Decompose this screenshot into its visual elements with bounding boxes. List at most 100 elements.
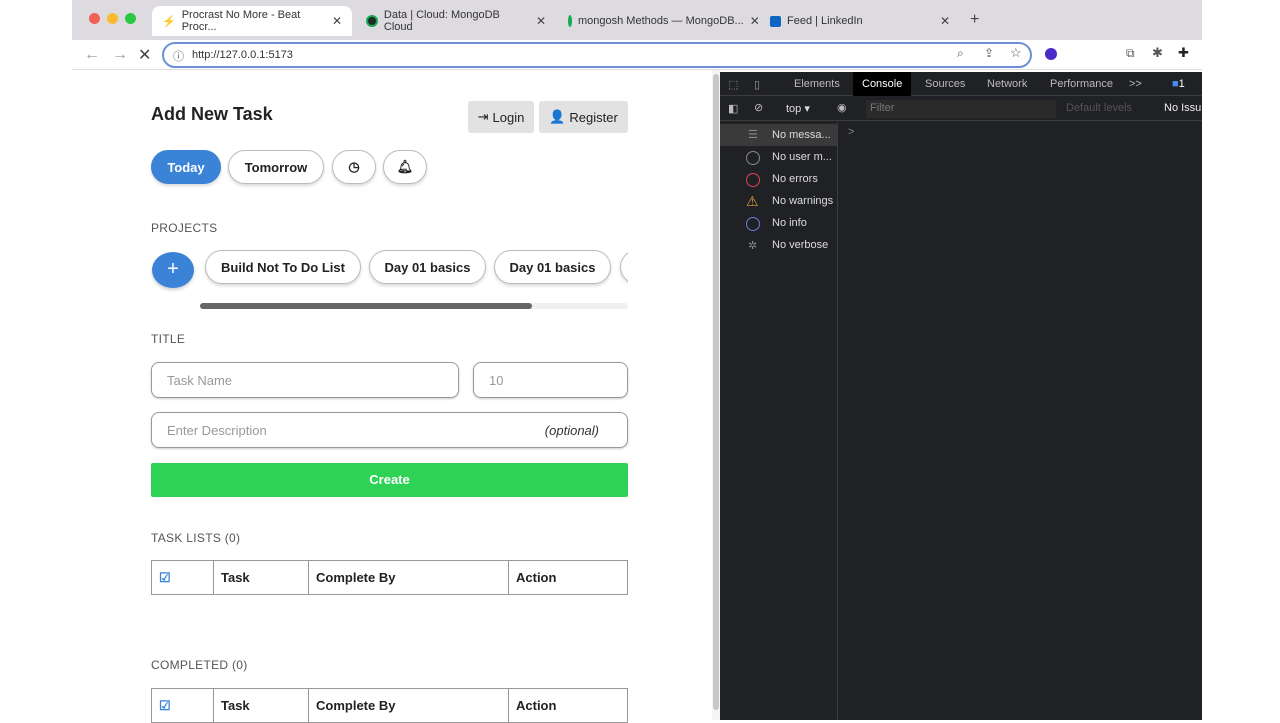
close-tab-icon[interactable]: ✕: [940, 14, 950, 28]
no-issues-button[interactable]: No Issu: [1164, 102, 1201, 114]
mongodb-icon: [366, 15, 378, 27]
task-name-input[interactable]: Task Name: [151, 362, 459, 398]
forward-icon[interactable]: →: [112, 46, 128, 64]
column-task: Task: [213, 688, 309, 723]
devtools-tab-elements[interactable]: Elements: [794, 78, 840, 90]
maximize-window-button[interactable]: [125, 13, 136, 24]
scrollbar-thumb[interactable]: [200, 303, 532, 309]
project-chip[interactable]: Build Not To Do List: [205, 250, 361, 284]
select-all-checkbox[interactable]: ☑: [151, 688, 214, 723]
sidebar-item-messages[interactable]: No messa...: [772, 129, 831, 141]
project-chip[interactable]: Day 01 basics: [494, 250, 611, 284]
scrollbar-thumb[interactable]: [713, 74, 719, 710]
select-all-checkbox[interactable]: ☑: [151, 560, 214, 595]
more-tabs-button[interactable]: >>: [1129, 78, 1142, 90]
sidebar-item-verbose[interactable]: No verbose: [772, 239, 828, 251]
login-button[interactable]: ⇥ Login: [468, 101, 534, 133]
devtools-tab-console[interactable]: Console: [853, 72, 912, 96]
column-complete-by: Complete By: [308, 560, 509, 595]
column-action: Action: [508, 560, 628, 595]
zoom-icon[interactable]: ⌕: [957, 46, 964, 61]
projects-scrollbar[interactable]: [200, 303, 628, 309]
devtools-tab-network[interactable]: Network: [987, 78, 1027, 90]
today-button[interactable]: Today: [151, 150, 221, 184]
devtools-tab-sources[interactable]: Sources: [925, 78, 965, 90]
tab-bar: ⚡ Procrast No More - Beat Procr... ✕ Data …: [72, 0, 1202, 40]
tab-title: Feed | LinkedIn: [787, 15, 863, 27]
linkedin-icon: [770, 15, 781, 27]
app-page: Add New Task ⇥ Login 👤 Register Today Tomo…: [72, 70, 712, 723]
bug-icon: ✲: [748, 240, 758, 252]
sidebar-item-warnings[interactable]: No warnings: [772, 195, 833, 207]
inspect-icon[interactable]: ⬚: [728, 78, 738, 91]
list-icon: ☰: [748, 129, 758, 141]
bell-button[interactable]: 🔔︎: [383, 150, 427, 184]
stop-loading-icon[interactable]: ✕: [138, 45, 151, 65]
column-action: Action: [508, 688, 628, 723]
error-icon: [746, 173, 760, 187]
tab-procrast[interactable]: ⚡ Procrast No More - Beat Procr... ✕: [152, 6, 352, 36]
login-icon: ⇥: [477, 109, 489, 124]
close-tab-icon[interactable]: ✕: [332, 14, 342, 28]
tab-mongodb-cloud[interactable]: Data | Cloud: MongoDB Cloud ✕: [356, 6, 556, 36]
add-project-button[interactable]: +: [152, 252, 194, 288]
tomorrow-button[interactable]: Tomorrow: [228, 150, 324, 184]
sidebar-icon[interactable]: ⧉: [1126, 46, 1135, 61]
tab-mongosh[interactable]: mongosh Methods — MongoDB... ✕: [558, 6, 758, 36]
context-select[interactable]: top ▾: [786, 102, 810, 115]
login-label: Login: [492, 109, 525, 125]
close-window-button[interactable]: [89, 13, 100, 24]
eye-icon[interactable]: ◉: [837, 101, 847, 114]
sidebar-item-errors[interactable]: No errors: [772, 173, 818, 185]
close-tab-icon[interactable]: ✕: [536, 14, 546, 28]
column-complete-by: Complete By: [308, 688, 509, 723]
issues-count: 1: [1178, 78, 1185, 90]
bookmark-star-icon[interactable]: ☆: [1010, 45, 1022, 61]
tab-linkedin[interactable]: Feed | LinkedIn ✕: [760, 6, 960, 36]
register-label: Register: [569, 109, 618, 125]
add-user-icon: 👤: [549, 109, 566, 124]
project-chip[interactable]: Day 01 basics: [369, 250, 486, 284]
issues-badge[interactable]: ■1: [1172, 78, 1185, 90]
projects-scroller: Build Not To Do List Day 01 basics Day 0…: [202, 248, 628, 288]
device-toolbar-icon[interactable]: ▯: [754, 78, 760, 91]
console-prompt[interactable]: >: [848, 126, 854, 138]
tab-title: Procrast No More - Beat Procr...: [181, 9, 301, 33]
back-icon[interactable]: ←: [84, 46, 100, 64]
new-tab-button[interactable]: +: [970, 11, 979, 29]
sidebar-item-info[interactable]: No info: [772, 217, 807, 229]
mongodb-icon: [568, 15, 572, 27]
create-button[interactable]: Create: [151, 463, 628, 497]
column-task: Task: [213, 560, 309, 595]
completed-label: COMPLETED (0): [151, 658, 248, 672]
description-placeholder: Enter Description: [167, 423, 267, 438]
context-value: top: [786, 103, 802, 115]
page-scrollbar[interactable]: [712, 70, 720, 720]
clear-console-icon[interactable]: ⊘: [754, 101, 763, 114]
devtools-panel: ⬚ ▯ Elements Console Sources Network Per…: [720, 72, 1202, 720]
description-input[interactable]: Enter Description (optional): [151, 412, 628, 448]
share-icon[interactable]: ⇪: [984, 46, 994, 60]
extension-icon[interactable]: [1045, 48, 1057, 60]
devtools-tab-performance[interactable]: Performance: [1050, 78, 1113, 90]
close-tab-icon[interactable]: ✕: [750, 14, 758, 28]
register-button[interactable]: 👤 Register: [539, 101, 628, 133]
console-toolbar: ◧ ⊘ top ▾ ◉ Filter Default levels No Iss…: [720, 97, 1202, 121]
clock-icon: ◷: [348, 159, 360, 174]
minimize-window-button[interactable]: [107, 13, 118, 24]
filter-input[interactable]: Filter: [866, 100, 1056, 118]
devtools-tabbar: ⬚ ▯ Elements Console Sources Network Per…: [720, 72, 1202, 96]
project-chip[interactable]: [620, 250, 628, 284]
sidebar-toggle-icon[interactable]: ◧: [728, 102, 738, 115]
table-header-row: ☑ Task Complete By Action: [151, 560, 628, 595]
projects-label: PROJECTS: [151, 221, 218, 235]
sidebar-item-user-messages[interactable]: No user m...: [772, 151, 832, 163]
url-input[interactable]: ⓘ http://127.0.0.1:5173: [162, 42, 1032, 68]
log-levels-dropdown[interactable]: Default levels: [1066, 102, 1132, 114]
extension-icon[interactable]: ✱: [1152, 45, 1163, 61]
info-icon: [746, 217, 760, 231]
hours-input[interactable]: 10: [473, 362, 628, 398]
tab-title: mongosh Methods — MongoDB...: [578, 15, 744, 27]
clock-button[interactable]: ◷: [332, 150, 376, 184]
puzzle-icon[interactable]: ✚: [1178, 45, 1189, 61]
